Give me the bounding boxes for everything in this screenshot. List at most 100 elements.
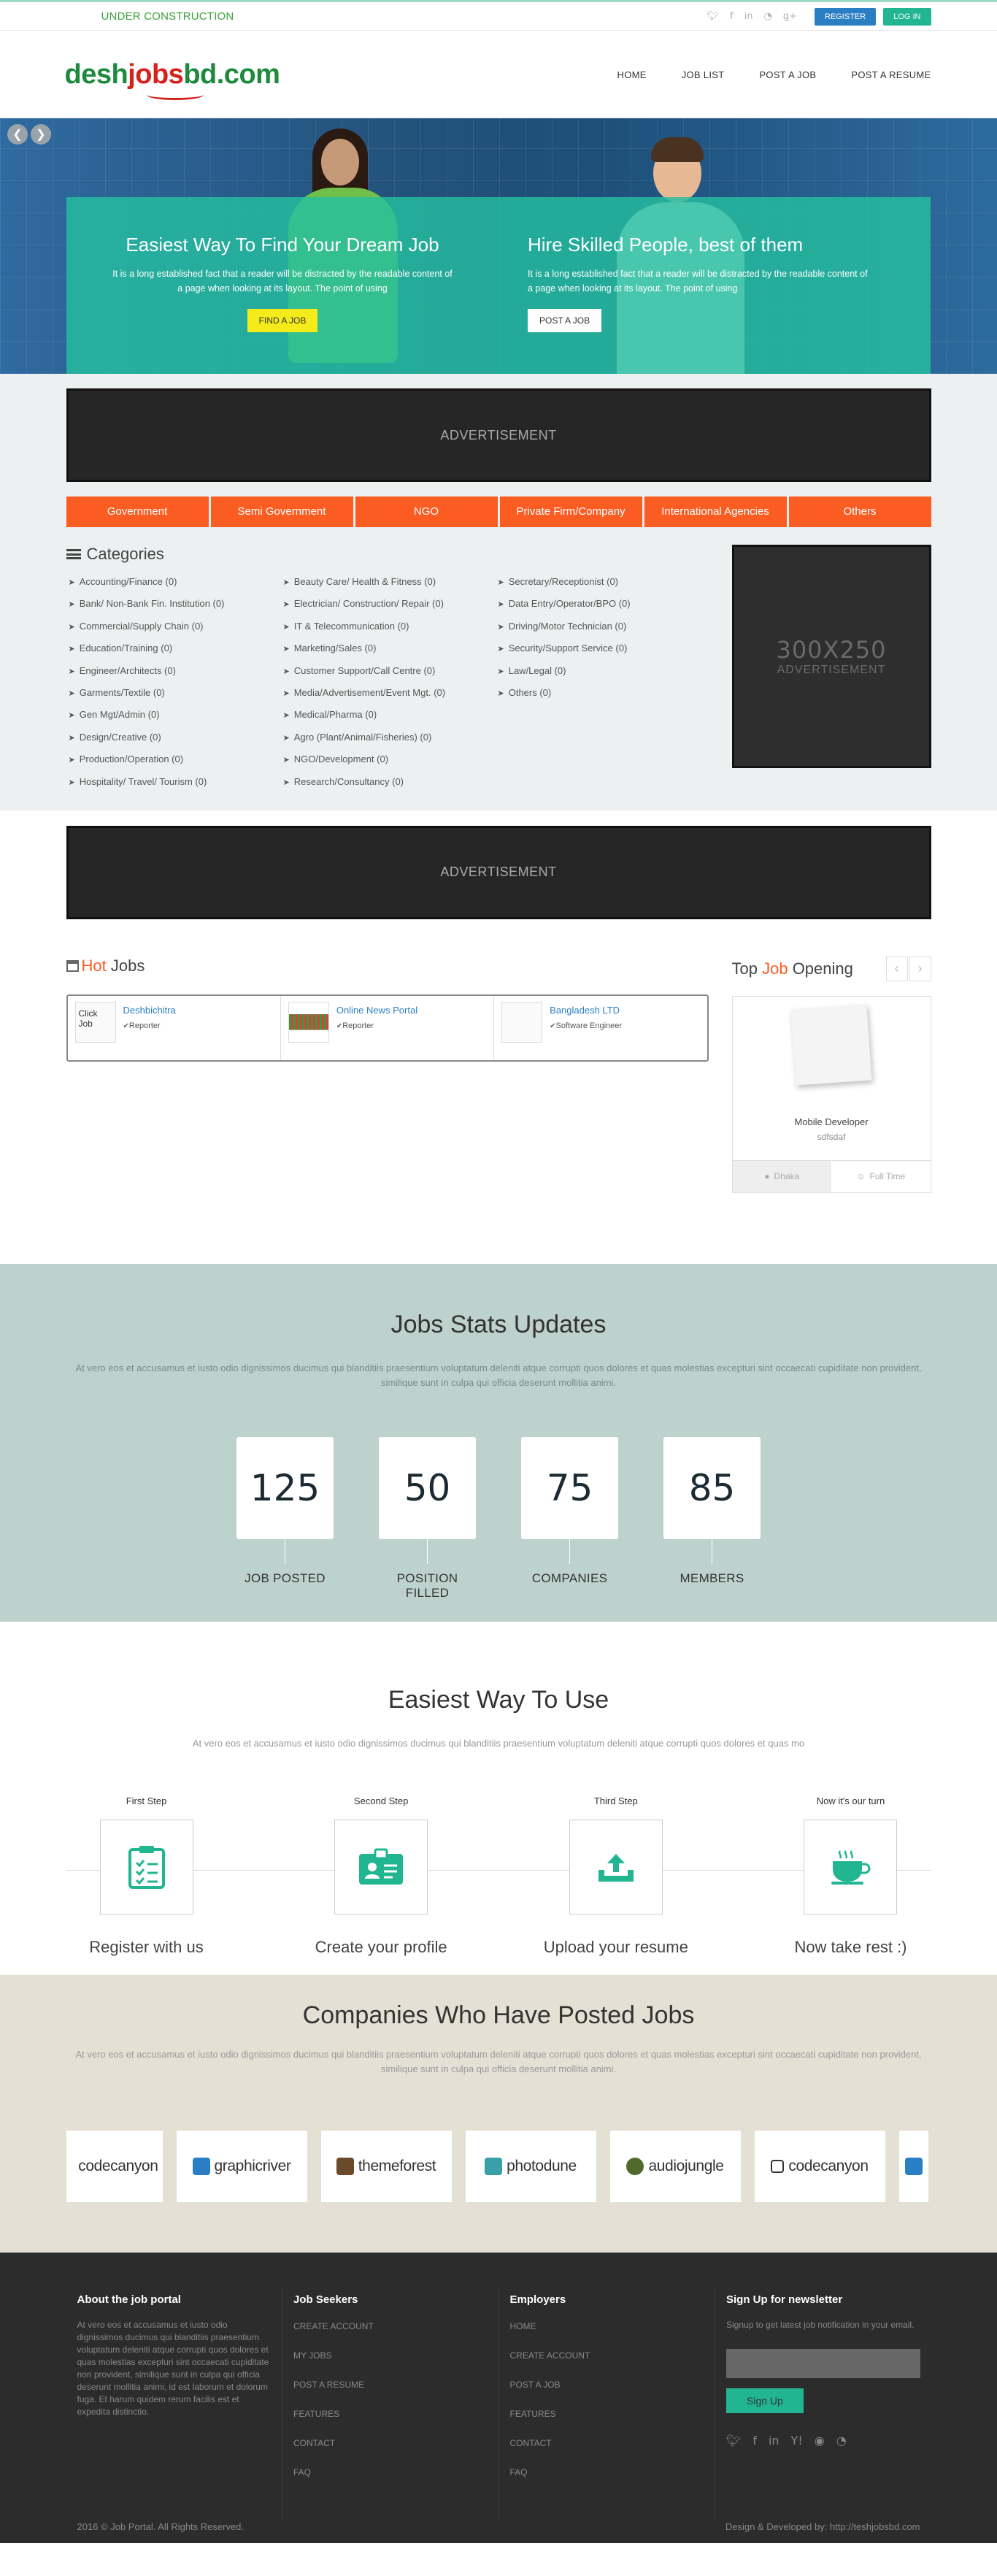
footer-link[interactable]: MY JOBS [293, 2348, 488, 2377]
under-construction-notice: UNDER CONSTRUCTION [101, 10, 234, 23]
site-footer: About the job portal At vero eos et accu… [0, 2252, 997, 2543]
company-logo-partial[interactable] [898, 2130, 928, 2202]
post-job-button[interactable]: POST A JOB [528, 309, 602, 332]
category-link[interactable]: Driving/Motor Technician (0) [496, 616, 710, 637]
category-link[interactable]: Marketing/Sales (0) [281, 637, 496, 659]
category-link[interactable]: Education/Training (0) [66, 637, 281, 659]
next-arrow[interactable]: › [909, 956, 931, 981]
footer-link[interactable]: CONTACT [293, 2436, 488, 2465]
company-logo-codecanyon[interactable]: codecanyon [66, 2130, 163, 2202]
footer-employers: Employers HOME CREATE ACCOUNT POST A JOB FE… [499, 2287, 715, 2521]
tab-semi-government[interactable]: Semi Government [210, 497, 353, 527]
facebook-icon[interactable]: f [752, 2434, 757, 2447]
footer-link[interactable]: FAQ [510, 2465, 704, 2494]
hot-job-item[interactable]: Bangladesh LTDSoftware Engineer [494, 996, 707, 1060]
category-link[interactable]: IT & Telecommunication (0) [281, 616, 496, 637]
category-link[interactable]: Others (0) [496, 682, 710, 704]
rss-icon[interactable]: ◔ [763, 11, 771, 22]
top-job-card[interactable]: Mobile Developer sdfsdaf ● Dhaka ☺ Full Ti… [731, 995, 931, 1193]
advertisement-banner-2[interactable]: ADVERTISEMENT [66, 825, 931, 919]
category-link[interactable]: Gen Mgt/Admin (0) [66, 704, 281, 726]
hero-next-arrow[interactable]: ❯ [31, 124, 51, 145]
category-link[interactable]: Engineer/Architects (0) [66, 660, 281, 682]
category-link[interactable]: Accounting/Finance (0) [66, 571, 281, 593]
category-link[interactable]: Garments/Textile (0) [66, 682, 281, 704]
developer-credit[interactable]: Design & Developed by: http://teshjobsbd… [725, 2521, 920, 2532]
tab-international-agencies[interactable]: International Agencies [644, 497, 787, 527]
yahoo-icon[interactable]: Y! [791, 2434, 803, 2447]
company-logo-photodune[interactable]: photodune [465, 2130, 596, 2202]
google-plus-icon[interactable]: g+ [783, 11, 797, 22]
category-link[interactable]: Research/Consultancy (0) [281, 771, 496, 793]
hero-prev-arrow[interactable]: ❮ [7, 124, 28, 145]
footer-link[interactable]: FAQ [293, 2465, 488, 2494]
footer-link[interactable]: CONTACT [510, 2436, 704, 2465]
rss-icon[interactable]: ◔ [836, 2434, 847, 2447]
signup-button[interactable]: Sign Up [726, 2388, 804, 2413]
category-link[interactable]: Customer Support/Call Centre (0) [281, 660, 496, 682]
category-link[interactable]: Beauty Care/ Health & Fitness (0) [281, 571, 496, 593]
category-link[interactable]: Production/Operation (0) [66, 748, 281, 770]
hot-job-item[interactable]: Online News PortalReporter [281, 995, 495, 1060]
newsletter-email-input[interactable] [726, 2348, 920, 2378]
site-logo[interactable]: deshjobsbd.com [65, 59, 280, 100]
tab-others[interactable]: Others [788, 497, 931, 527]
category-link[interactable]: Law/Legal (0) [496, 660, 710, 682]
hot-job-item[interactable]: Click Job DeshbichitraReporter [68, 995, 281, 1060]
nav-job-list[interactable]: JOB LIST [682, 69, 725, 80]
company-logo-themeforest[interactable]: themeforest [320, 2130, 452, 2202]
category-link[interactable]: Agro (Plant/Animal/Fisheries) (0) [281, 727, 496, 748]
company-link[interactable]: Bangladesh LTD [550, 1005, 622, 1016]
hero-right-title: Hire Skilled People, best of them [528, 234, 804, 256]
category-link[interactable]: Security/Support Service (0) [496, 637, 710, 659]
twitter-icon[interactable]: 🐦︎ [707, 11, 720, 22]
category-link[interactable]: Secretary/Receptionist (0) [496, 571, 710, 593]
company-logo-codecanyon-2[interactable]: codecanyon [754, 2130, 885, 2202]
register-button[interactable]: REGISTER [814, 7, 877, 26]
footer-link[interactable]: HOME [510, 2319, 704, 2348]
category-column-2: Beauty Care/ Health & Fitness (0)Electri… [281, 571, 496, 793]
advertisement-300x250[interactable]: 300X250 ADVERTISEMENT [731, 545, 931, 768]
linkedin-icon[interactable]: in [769, 2434, 779, 2447]
category-link[interactable]: Commercial/Supply Chain (0) [66, 616, 281, 637]
find-job-button[interactable]: FIND A JOB [247, 309, 318, 332]
footer-link[interactable]: FEATURES [510, 2407, 704, 2436]
facebook-icon[interactable]: f [730, 11, 734, 22]
category-link[interactable]: Electrician/ Construction/ Repair (0) [281, 593, 496, 615]
category-link[interactable]: Media/Advertisement/Event Mgt. (0) [281, 682, 496, 704]
tab-ngo[interactable]: NGO [355, 497, 498, 527]
blogger-icon[interactable]: ◉ [815, 2434, 825, 2447]
category-link[interactable]: NGO/Development (0) [281, 748, 496, 770]
tab-government[interactable]: Government [66, 497, 209, 527]
category-link[interactable]: Bank/ Non-Bank Fin. Institution (0) [66, 593, 281, 615]
category-link[interactable]: Design/Creative (0) [66, 727, 281, 748]
step-profile: Second Step Create your profile [315, 1795, 447, 1956]
how-it-works-section: Easiest Way To Use At vero eos et accusa… [0, 1622, 997, 1975]
advertisement-banner[interactable]: ADVERTISEMENT [66, 388, 931, 482]
tab-private-firm[interactable]: Private Firm/Company [499, 497, 642, 527]
nav-post-job[interactable]: POST A JOB [759, 69, 816, 80]
category-link[interactable]: Medical/Pharma (0) [281, 704, 496, 726]
footer-link[interactable]: POST A RESUME [293, 2377, 488, 2407]
company-logo-audiojungle[interactable]: audiojungle [609, 2130, 741, 2202]
footer-link[interactable]: CREATE ACCOUNT [510, 2348, 704, 2377]
copyright: 2016 © Job Portal. All Rights Reserved. [77, 2521, 245, 2532]
company-logo-graphicriver[interactable]: graphicriver [176, 2130, 307, 2202]
job-type: ☺ Full Time [856, 1171, 906, 1182]
easy-text: At vero eos et accusamus et iusto odio d… [192, 1737, 805, 1749]
footer-link[interactable]: CREATE ACCOUNT [293, 2319, 488, 2348]
footer-link[interactable]: FEATURES [293, 2407, 488, 2436]
company-link[interactable]: Deshbichitra [123, 1005, 176, 1016]
footer-link[interactable]: POST A JOB [510, 2377, 704, 2407]
upload-icon [569, 1819, 663, 1914]
linkedin-icon[interactable]: in [744, 11, 753, 22]
nav-home[interactable]: HOME [617, 69, 647, 80]
company-link[interactable]: Online News Portal [336, 1005, 417, 1016]
prev-arrow[interactable]: ‹ [885, 956, 908, 981]
nav-post-resume[interactable]: POST A RESUME [851, 69, 931, 80]
category-link[interactable]: Hospitality/ Travel/ Tourism (0) [66, 771, 281, 793]
job-location: ● Dhaka [732, 1160, 831, 1192]
category-link[interactable]: Data Entry/Operator/BPO (0) [496, 593, 710, 615]
twitter-icon[interactable]: 🐦︎ [726, 2434, 741, 2447]
login-button[interactable]: LOG IN [883, 7, 931, 26]
